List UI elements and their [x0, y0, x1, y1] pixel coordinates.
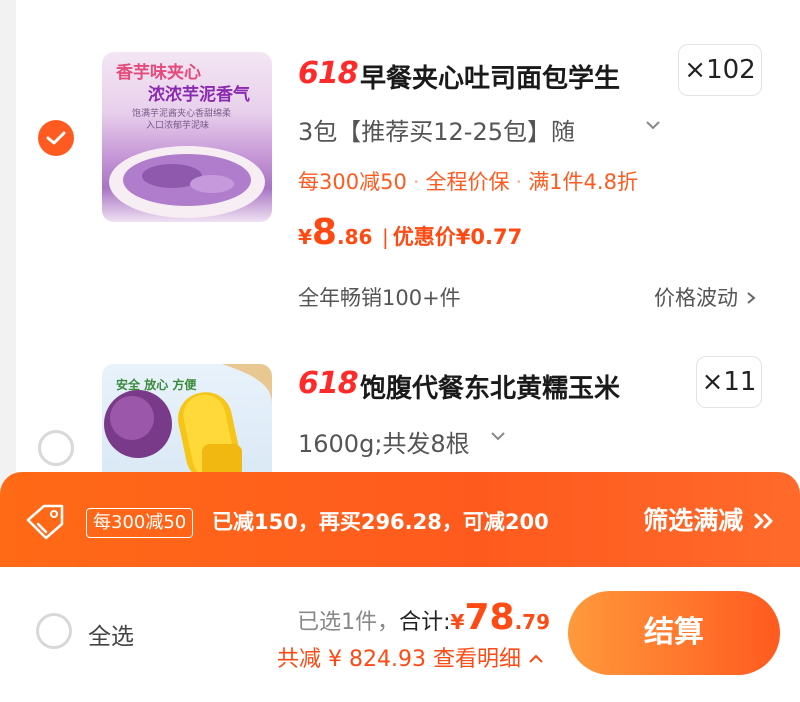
total-decimal: .79 [514, 610, 550, 634]
price-decimal: .86 [336, 225, 373, 249]
total-label: 合计: [399, 610, 451, 635]
checkmark-icon [46, 131, 66, 145]
promo-tag: 每300减50 [298, 170, 407, 194]
item-checkbox-checked[interactable] [38, 120, 74, 156]
promo-618-badge: 618 [298, 366, 359, 401]
discount-label: 共减 [277, 647, 322, 672]
select-all-label[interactable]: 全选 [88, 617, 134, 651]
product-image-corn[interactable]: 安全 放心 方便 [102, 364, 272, 474]
selected-count: 已选1件， [297, 610, 400, 635]
promo-banner[interactable]: 每300减50 已减150，再买296.28，可减200 筛选满减 [0, 472, 800, 567]
checkout-button[interactable]: 结算 [568, 591, 780, 675]
total-integer: 78 [464, 597, 515, 638]
chevron-right-icon [747, 292, 756, 304]
price-trend-label: 价格波动 [654, 286, 738, 310]
price-separator: | [382, 225, 389, 249]
promo-tags: 每300减50 · 全程价保 · 满1件4.8折 [298, 170, 638, 194]
discount-price: 优惠价¥0.77 [392, 225, 523, 249]
filter-discount-label: 筛选满减 [643, 506, 744, 535]
select-all-checkbox[interactable] [36, 613, 72, 649]
coupon-tag-icon [26, 504, 64, 540]
price-trend-link[interactable]: 价格波动 [654, 282, 757, 312]
quantity-badge[interactable]: ×102 [678, 44, 762, 96]
image-caption-4: 入口浓郁芋泥味 [146, 121, 210, 131]
discount-summary[interactable]: 共减 ¥ 824.93 查看明细 [277, 641, 544, 673]
promo-message: 已减150，再买296.28，可减200 [212, 510, 549, 534]
product-spec[interactable]: 3包【推荐买12-25包】随 [298, 112, 575, 147]
price-integer: 8 [311, 212, 337, 253]
coupon-label: 每300减50 [86, 508, 194, 538]
sales-info: 全年畅销100+件 [298, 286, 461, 310]
quantity-badge[interactable]: ×11 [696, 356, 762, 408]
total-symbol: ¥ [450, 610, 465, 634]
total-summary: 已选1件，合计:¥78.79 [297, 597, 550, 638]
detail-link: 查看明细 [432, 647, 521, 672]
product-image-taro-toast[interactable]: 香芋味夹心 浓浓芋泥香气 饱满芋泥酱夹心香甜绵柔 入口浓郁芋泥味 [102, 52, 272, 222]
item-checkbox-unchecked[interactable] [38, 430, 74, 466]
image-caption-2: 浓浓芋泥香气 [148, 85, 250, 105]
filter-discount-link[interactable]: 筛选满减 [643, 504, 776, 538]
spec-chevron-down-icon[interactable] [644, 118, 662, 132]
product-title[interactable]: 饱腹代餐东北黄糯玉米 [360, 368, 620, 405]
promo-tag: 全程价保 [425, 170, 510, 194]
image-caption-1: 安全 放心 方便 [116, 378, 197, 392]
price-symbol: ¥ [298, 225, 312, 249]
chevron-up-icon [529, 654, 543, 663]
discount-amount: ¥ 824.93 [328, 647, 426, 672]
promo-618-badge: 618 [298, 56, 359, 91]
double-chevron-right-icon [753, 512, 773, 530]
spec-chevron-down-icon[interactable] [490, 430, 506, 442]
price-block: ¥8.86 | 优惠价¥0.77 [298, 212, 522, 253]
checkout-bar: 全选 已选1件，合计:¥78.79 共减 ¥ 824.93 查看明细 结算 [0, 567, 800, 702]
product-spec[interactable]: 1600g;共发8根 [298, 424, 470, 459]
product-title[interactable]: 早餐夹心吐司面包学生 [360, 58, 620, 95]
promo-tag: 满1件4.8折 [528, 170, 638, 194]
